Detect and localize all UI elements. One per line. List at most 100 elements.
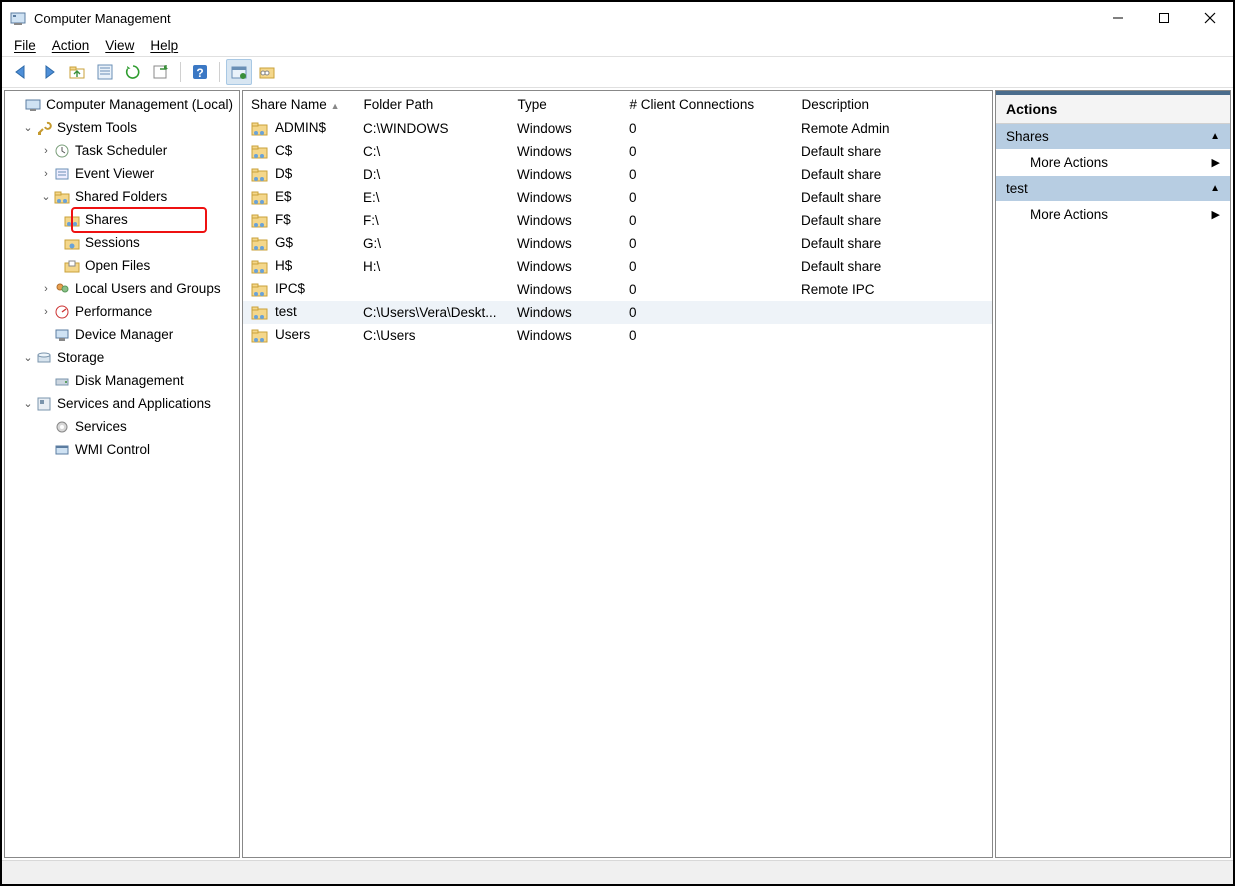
- forward-button[interactable]: [36, 59, 62, 85]
- table-row[interactable]: UsersC:\UsersWindows0: [243, 324, 992, 347]
- actions-group-test[interactable]: test ▲: [996, 176, 1230, 201]
- tree-label: Open Files: [85, 255, 150, 277]
- cell-type: Windows: [509, 301, 621, 324]
- actions-group-shares[interactable]: Shares ▲: [996, 124, 1230, 149]
- menu-help[interactable]: Help: [150, 38, 178, 53]
- share-folder-icon: [251, 282, 269, 298]
- menubar: File Action View Help: [2, 34, 1233, 56]
- share-folder-icon: [251, 121, 269, 137]
- table-row[interactable]: F$F:\Windows0Default share: [243, 209, 992, 232]
- cell-description: Default share: [793, 209, 992, 232]
- device-icon: [53, 326, 71, 344]
- cell-type: Windows: [509, 140, 621, 163]
- tree-local-users[interactable]: › Local Users and Groups: [5, 277, 239, 300]
- cell-folder-path: C:\: [355, 140, 509, 163]
- help-button[interactable]: ?: [187, 59, 213, 85]
- menu-view[interactable]: View: [105, 38, 134, 53]
- table-row[interactable]: E$E:\Windows0Default share: [243, 186, 992, 209]
- tree-sessions[interactable]: Sessions: [5, 231, 239, 254]
- expander-icon[interactable]: ›: [39, 163, 53, 185]
- table-row[interactable]: C$C:\Windows0Default share: [243, 140, 992, 163]
- cell-folder-path: [355, 278, 509, 301]
- new-share-button[interactable]: [226, 59, 252, 85]
- shared-folder-icon: [53, 188, 71, 206]
- cell-share-name: ADMIN$: [243, 117, 355, 140]
- chevron-right-icon: ▶: [1212, 208, 1220, 221]
- expander-icon[interactable]: ›: [39, 301, 53, 323]
- tree-system-tools[interactable]: ⌄ System Tools: [5, 116, 239, 139]
- cell-type: Windows: [509, 232, 621, 255]
- properties-button[interactable]: [92, 59, 118, 85]
- cell-share-name: C$: [243, 140, 355, 163]
- cell-folder-path: C:\WINDOWS: [355, 117, 509, 140]
- export-list-button[interactable]: [148, 59, 174, 85]
- gear-icon: [53, 418, 71, 436]
- up-button[interactable]: [64, 59, 90, 85]
- col-description[interactable]: Description: [793, 91, 992, 117]
- tree-wmi-control[interactable]: WMI Control: [5, 438, 239, 461]
- action-more-test[interactable]: More Actions ▶: [996, 201, 1230, 228]
- tree-label: Device Manager: [75, 324, 173, 346]
- table-row[interactable]: G$G:\Windows0Default share: [243, 232, 992, 255]
- col-folder-path[interactable]: Folder Path: [355, 91, 509, 117]
- computer-icon: [25, 96, 43, 114]
- table-row[interactable]: H$H:\Windows0Default share: [243, 255, 992, 278]
- cell-clients: 0: [621, 301, 793, 324]
- minimize-button[interactable]: [1095, 2, 1141, 34]
- action-more-shares[interactable]: More Actions ▶: [996, 149, 1230, 176]
- share-folder-icon: [251, 328, 269, 344]
- tree-task-scheduler[interactable]: › Task Scheduler: [5, 139, 239, 162]
- tree-services[interactable]: Services: [5, 415, 239, 438]
- close-button[interactable]: [1187, 2, 1233, 34]
- cell-type: Windows: [509, 163, 621, 186]
- all-tasks-button[interactable]: [254, 59, 280, 85]
- chevron-right-icon: ▶: [1212, 156, 1220, 169]
- tree-root[interactable]: Computer Management (Local): [5, 93, 239, 116]
- cell-share-name: H$: [243, 255, 355, 278]
- list-panel: Share Name ▲ Folder Path Type # Client C…: [242, 90, 993, 858]
- tree-services-apps[interactable]: ⌄ Services and Applications: [5, 392, 239, 415]
- cell-folder-path: C:\Users\Vera\Deskt...: [355, 301, 509, 324]
- tree-performance[interactable]: › Performance: [5, 300, 239, 323]
- col-share-name[interactable]: Share Name ▲: [243, 91, 355, 117]
- cell-description: Default share: [793, 140, 992, 163]
- tree-event-viewer[interactable]: › Event Viewer: [5, 162, 239, 185]
- tree-device-manager[interactable]: Device Manager: [5, 323, 239, 346]
- back-button[interactable]: [8, 59, 34, 85]
- expander-icon[interactable]: ⌄: [39, 186, 53, 208]
- expander-icon[interactable]: ⌄: [21, 117, 35, 139]
- table-row[interactable]: IPC$Windows0Remote IPC: [243, 278, 992, 301]
- tree-storage[interactable]: ⌄ Storage: [5, 346, 239, 369]
- expander-icon[interactable]: ⌄: [21, 393, 35, 415]
- tree-shared-folders[interactable]: ⌄ Shared Folders: [5, 185, 239, 208]
- cell-clients: 0: [621, 117, 793, 140]
- maximize-button[interactable]: [1141, 2, 1187, 34]
- cell-folder-path: H:\: [355, 255, 509, 278]
- tools-icon: [35, 119, 53, 137]
- tree-open-files[interactable]: Open Files: [5, 254, 239, 277]
- refresh-button[interactable]: [120, 59, 146, 85]
- tree-disk-management[interactable]: Disk Management: [5, 369, 239, 392]
- tree-label: Sessions: [85, 232, 140, 254]
- tree-label: Local Users and Groups: [75, 278, 221, 300]
- menu-file[interactable]: File: [14, 38, 36, 53]
- table-row[interactable]: D$D:\Windows0Default share: [243, 163, 992, 186]
- col-clients[interactable]: # Client Connections: [621, 91, 793, 117]
- col-type[interactable]: Type: [509, 91, 621, 117]
- statusbar: [2, 860, 1233, 884]
- cell-clients: 0: [621, 140, 793, 163]
- cell-folder-path: G:\: [355, 232, 509, 255]
- open-files-icon: [63, 257, 81, 275]
- menu-action[interactable]: Action: [52, 38, 90, 53]
- expander-icon[interactable]: ›: [39, 140, 53, 162]
- tree-label: Event Viewer: [75, 163, 154, 185]
- share-folder-icon: [251, 167, 269, 183]
- table-row[interactable]: testC:\Users\Vera\Deskt...Windows0: [243, 301, 992, 324]
- table-row[interactable]: ADMIN$C:\WINDOWSWindows0Remote Admin: [243, 117, 992, 140]
- tree-label: System Tools: [57, 117, 137, 139]
- tree-shares[interactable]: Shares: [5, 208, 239, 231]
- expander-icon[interactable]: ›: [39, 278, 53, 300]
- expander-icon[interactable]: ⌄: [21, 347, 35, 369]
- event-icon: [53, 165, 71, 183]
- cell-clients: 0: [621, 186, 793, 209]
